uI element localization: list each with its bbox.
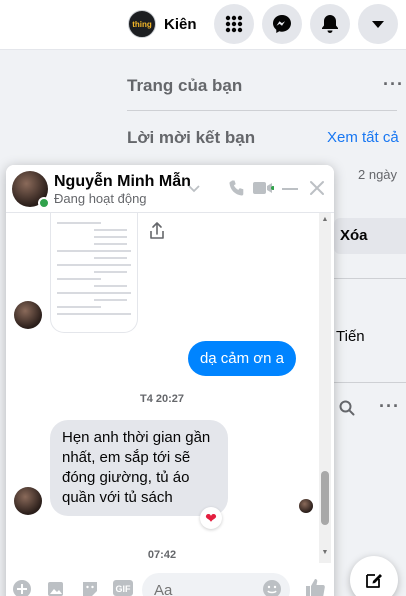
video-call-icon[interactable]: [252, 180, 274, 196]
contact-name-partial[interactable]: Tiến: [336, 328, 365, 345]
pages-more-icon[interactable]: ···: [383, 74, 404, 95]
reaction-glyph: ❤: [205, 509, 217, 526]
menu-button[interactable]: [214, 4, 254, 44]
message-timestamp: 07:42: [147, 549, 177, 561]
chat-window: Nguyễn Minh Mẫn Đang hoạt động dạ cảm ơn…: [6, 165, 334, 596]
message-scrollbar[interactable]: ▲ ▼: [319, 213, 331, 563]
share-icon[interactable]: [148, 221, 166, 241]
sender-avatar[interactable]: [14, 487, 42, 515]
notifications-button[interactable]: [310, 4, 350, 44]
messenger-button[interactable]: [262, 4, 302, 44]
search-icon[interactable]: [339, 400, 355, 416]
profile-chip[interactable]: thing Kiên: [128, 8, 197, 40]
heart-reaction-icon[interactable]: ❤: [200, 507, 222, 529]
delete-request-button[interactable]: Xóa: [334, 218, 406, 254]
friend-requests-title: Lời mời kết bạn: [127, 128, 256, 147]
chat-header[interactable]: Nguyễn Minh Mẫn Đang hoạt động: [6, 165, 334, 213]
svg-text:GIF: GIF: [116, 584, 132, 594]
divider: [334, 382, 406, 383]
outgoing-message[interactable]: dạ cảm ơn a: [187, 341, 296, 376]
profile-avatar: thing: [128, 10, 156, 38]
contact-status: Đang hoạt động: [54, 191, 147, 206]
incoming-message[interactable]: Hẹn anh thời gian gần nhất, em sắp tới s…: [50, 420, 228, 516]
add-circle-icon[interactable]: [12, 579, 32, 596]
top-bar: thing Kiên: [0, 0, 406, 50]
divider: [334, 278, 406, 279]
delete-request-label: Xóa: [340, 227, 368, 244]
scroll-up-arrow[interactable]: ▲: [321, 216, 329, 223]
profile-name: Kiên: [164, 15, 197, 33]
thumbs-up-icon[interactable]: [304, 577, 326, 596]
new-message-button[interactable]: [350, 556, 398, 596]
chevron-down-icon[interactable]: [188, 185, 200, 193]
message-composer: GIF: [6, 567, 334, 596]
online-indicator: [38, 197, 50, 209]
scroll-down-arrow[interactable]: ▼: [321, 549, 329, 556]
sticker-icon[interactable]: [80, 579, 100, 596]
seen-indicator-avatar: [299, 499, 313, 513]
request-time: 2 ngày: [358, 167, 398, 182]
caret-down-icon: [372, 21, 384, 28]
attached-document-image[interactable]: [50, 213, 138, 333]
profile-logo-text: thing: [132, 19, 152, 29]
scroll-thumb[interactable]: [321, 471, 329, 525]
account-button[interactable]: [358, 4, 398, 44]
emoji-icon[interactable]: [262, 579, 282, 596]
phone-icon[interactable]: [228, 179, 246, 197]
bell-icon: [322, 15, 338, 33]
your-pages-title: Trang của bạn: [127, 76, 243, 95]
contacts-more-icon[interactable]: ···: [379, 396, 400, 417]
message-list[interactable]: dạ cảm ơn a T4 20:27 Hẹn anh thời gian g…: [6, 213, 334, 563]
grid-icon: [225, 15, 243, 33]
contact-name[interactable]: Nguyễn Minh Mẫn: [54, 173, 191, 191]
minimize-icon[interactable]: [282, 187, 298, 191]
divider: [127, 110, 397, 111]
message-timestamp: T4 20:27: [139, 393, 185, 405]
photo-icon[interactable]: [46, 579, 66, 596]
sender-avatar[interactable]: [14, 301, 42, 329]
compose-icon: [366, 574, 382, 588]
gif-icon[interactable]: GIF: [112, 579, 134, 596]
see-all-link[interactable]: Xem tất cả: [327, 129, 399, 146]
close-icon[interactable]: [309, 180, 325, 196]
messenger-icon: [273, 15, 291, 33]
